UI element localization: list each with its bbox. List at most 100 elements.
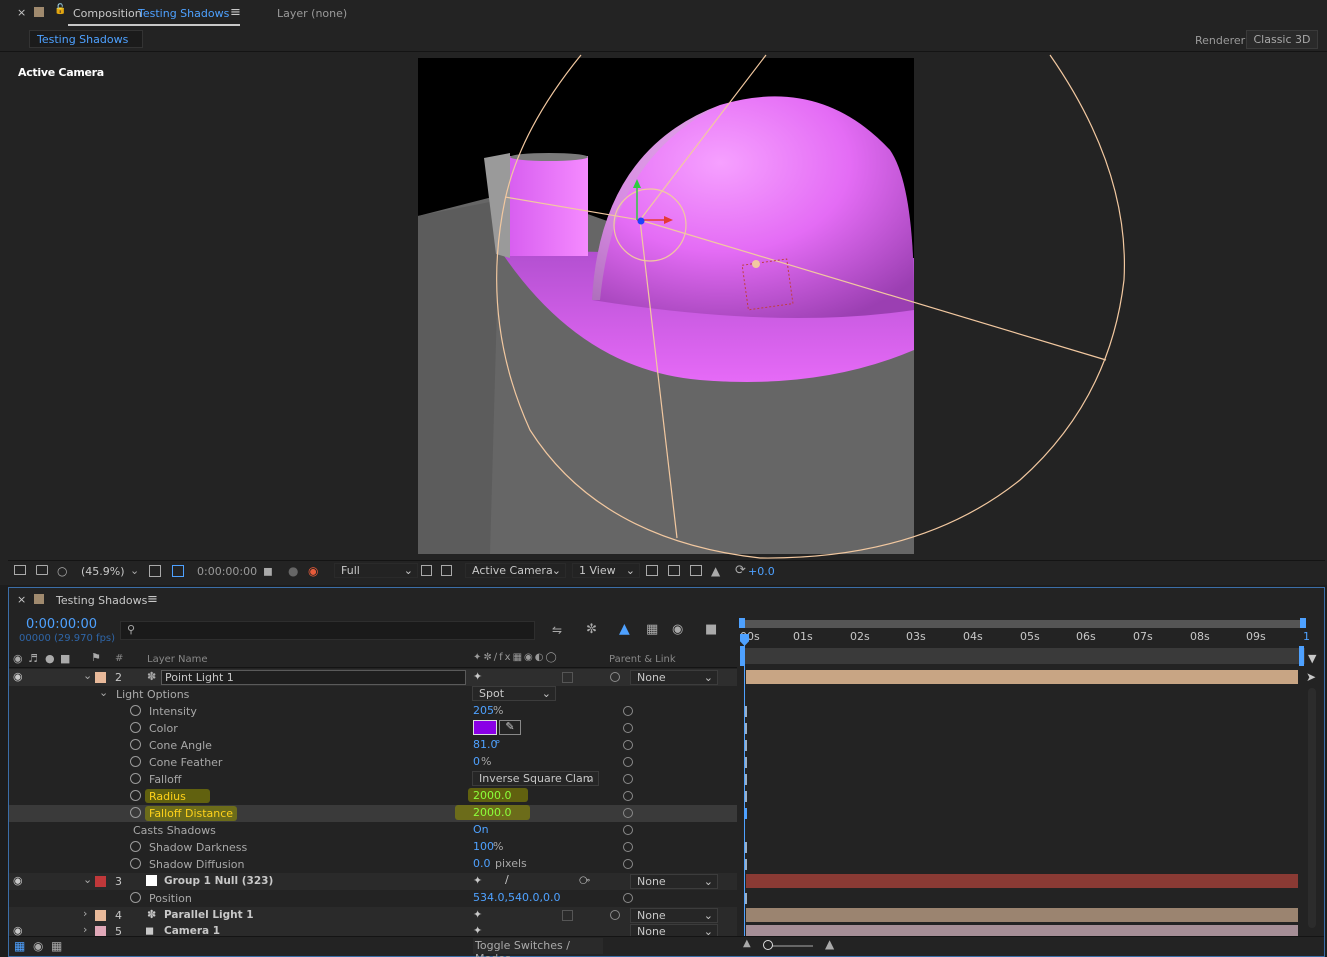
transparency-grid-icon[interactable]: [441, 565, 452, 576]
property-value[interactable]: 0.0: [473, 857, 491, 870]
expression-pickwhip-icon[interactable]: [623, 706, 633, 716]
grid-icon[interactable]: [149, 565, 161, 577]
region-of-interest-icon[interactable]: [172, 565, 184, 577]
position-value[interactable]: 534.0,540.0,0.0: [473, 891, 560, 904]
expression-pickwhip-icon[interactable]: [623, 859, 633, 869]
layer-bar-parallel-light[interactable]: [746, 908, 1298, 922]
stopwatch-icon[interactable]: [130, 773, 141, 784]
comp-marker-icon[interactable]: ▼: [1308, 652, 1316, 665]
property-value[interactable]: 2000.0: [473, 789, 512, 802]
zoom-value[interactable]: (45.9%): [81, 565, 125, 578]
work-area-bar[interactable]: [740, 620, 1305, 628]
property-value[interactable]: 100: [473, 840, 494, 853]
navigator-bar[interactable]: [740, 648, 1305, 664]
layer-bar-point-light[interactable]: [746, 670, 1298, 684]
property-value[interactable]: 0: [473, 755, 480, 768]
expression-pickwhip-icon[interactable]: [623, 808, 633, 818]
pickwhip-icon[interactable]: [610, 910, 620, 920]
eye-icon[interactable]: ◉: [13, 924, 23, 936]
fast-previews-icon[interactable]: [421, 565, 432, 576]
navigator-end-handle[interactable]: [1299, 646, 1304, 666]
layer-row-point-light[interactable]: ◉ ⌄ 2 ✽ Point Light 1 ✦ None ⌄: [9, 669, 737, 686]
switch-shy-icon[interactable]: ✦: [473, 670, 482, 683]
chevron-right-icon[interactable]: ›: [83, 924, 87, 936]
expression-pickwhip-icon[interactable]: [623, 723, 633, 733]
layer-switches-pane-icon[interactable]: ▦: [14, 939, 25, 953]
pickwhip-icon[interactable]: [610, 672, 620, 682]
switch-3d-layer-icon[interactable]: ⧂: [579, 874, 590, 888]
chevron-down-icon[interactable]: ⌄: [83, 669, 92, 682]
stopwatch-icon[interactable]: [130, 841, 141, 852]
layout-dropdown[interactable]: 1 View ⌄: [572, 563, 640, 578]
layer-bar-null[interactable]: [746, 874, 1298, 888]
parent-dropdown[interactable]: None ⌄: [630, 908, 718, 923]
expression-pickwhip-icon[interactable]: [623, 825, 633, 835]
graph-editor-icon[interactable]: ■: [705, 622, 717, 637]
light-type-dropdown[interactable]: Spot ⌄: [472, 686, 556, 701]
zoom-in-icon[interactable]: ▲: [825, 937, 834, 951]
current-time-display[interactable]: 0:00:00:00: [26, 617, 97, 632]
stopwatch-icon[interactable]: [130, 858, 141, 869]
shy-layers-icon[interactable]: ▲: [619, 621, 630, 637]
work-area-start-handle[interactable]: [739, 618, 745, 628]
view-dropdown[interactable]: Active Camera ⌄: [465, 563, 566, 578]
in-out-pane-icon[interactable]: ▦: [51, 939, 62, 953]
layer-color-swatch[interactable]: [95, 910, 106, 921]
timeline-tab-title[interactable]: Testing Shadows: [56, 594, 147, 607]
channel-rgb-icon[interactable]: ◉: [308, 564, 318, 578]
layer-name-column[interactable]: Layer Name: [147, 654, 208, 665]
close-timeline-icon[interactable]: ×: [17, 593, 26, 606]
switch-shy-icon[interactable]: ✦: [473, 874, 482, 887]
switch-3d-box[interactable]: [562, 672, 573, 683]
hash-column[interactable]: #: [115, 653, 123, 664]
audio-icon[interactable]: ♬: [28, 652, 38, 665]
video-visibility-icon[interactable]: ◉: [13, 652, 23, 665]
switch-shy-icon[interactable]: ✦: [473, 924, 482, 936]
flowchart-icon[interactable]: ▲: [711, 564, 720, 578]
comp-button-icon[interactable]: ➤: [1306, 670, 1316, 684]
zoom-slider-thumb[interactable]: [763, 940, 773, 950]
always-preview-icon[interactable]: [14, 565, 26, 575]
eye-icon[interactable]: ◉: [13, 670, 23, 683]
label-tag-icon[interactable]: ⚑: [91, 651, 101, 664]
motion-blur-icon[interactable]: ◉: [672, 622, 683, 637]
switch-shy-icon[interactable]: ✦: [473, 908, 482, 921]
eyedropper-icon[interactable]: ✎: [499, 720, 521, 735]
switch-3d-box[interactable]: [562, 910, 573, 921]
timeline-scrollbar[interactable]: [1308, 688, 1316, 928]
layer-search-input[interactable]: ⚲: [120, 621, 535, 640]
expression-pickwhip-icon[interactable]: [623, 791, 633, 801]
composition-mini-flowchart-icon[interactable]: ⇋: [552, 623, 562, 637]
parent-dropdown[interactable]: None ⌄: [630, 874, 718, 889]
scene-render[interactable]: [0, 0, 1327, 585]
layer-bar-camera[interactable]: [746, 925, 1298, 936]
stopwatch-icon[interactable]: [130, 790, 141, 801]
property-row[interactable]: Falloff Distance 2000.0: [9, 805, 737, 822]
timeline-icon[interactable]: [668, 565, 680, 576]
resolution-dropdown[interactable]: Full ⌄: [334, 563, 418, 578]
falloff-dropdown[interactable]: Inverse Square Clam ⌄: [472, 771, 599, 786]
chevron-right-icon[interactable]: ›: [83, 907, 87, 920]
property-value[interactable]: 2000.0: [473, 806, 512, 819]
show-snapshot-icon[interactable]: ●: [288, 564, 298, 578]
monitor-icon[interactable]: [36, 565, 48, 575]
layer-color-swatch[interactable]: [95, 876, 106, 887]
exposure-value[interactable]: +0.0: [748, 565, 775, 578]
parent-dropdown[interactable]: None ⌄: [630, 670, 718, 685]
stopwatch-icon[interactable]: [130, 705, 141, 716]
viewer-timecode[interactable]: 0:00:00:00: [197, 565, 257, 578]
layer-name[interactable]: Group 1 Null (323): [164, 875, 273, 887]
zoom-chevron-icon[interactable]: ⌄: [130, 564, 139, 577]
expression-pickwhip-icon[interactable]: [623, 774, 633, 784]
work-area-end-handle[interactable]: [1300, 618, 1306, 628]
layer-row-camera[interactable]: ◉ › 5 ◼ Camera 1 ✦ None ⌄: [9, 924, 737, 936]
parent-column[interactable]: Parent & Link: [609, 654, 676, 665]
switches-column-icons[interactable]: ✦✼∕fx▦◉◐◯: [473, 652, 559, 663]
chevron-down-icon[interactable]: ⌄: [99, 686, 108, 699]
timeline-tab-menu-icon[interactable]: ≡: [147, 592, 158, 607]
toggle-switches-modes-button[interactable]: Toggle Switches / Modes: [473, 938, 603, 957]
layer-name-field[interactable]: Point Light 1: [161, 670, 466, 685]
switch-quality-icon[interactable]: ∕: [505, 873, 509, 886]
stopwatch-icon[interactable]: [130, 722, 141, 733]
solo-icon[interactable]: ●: [45, 652, 55, 665]
